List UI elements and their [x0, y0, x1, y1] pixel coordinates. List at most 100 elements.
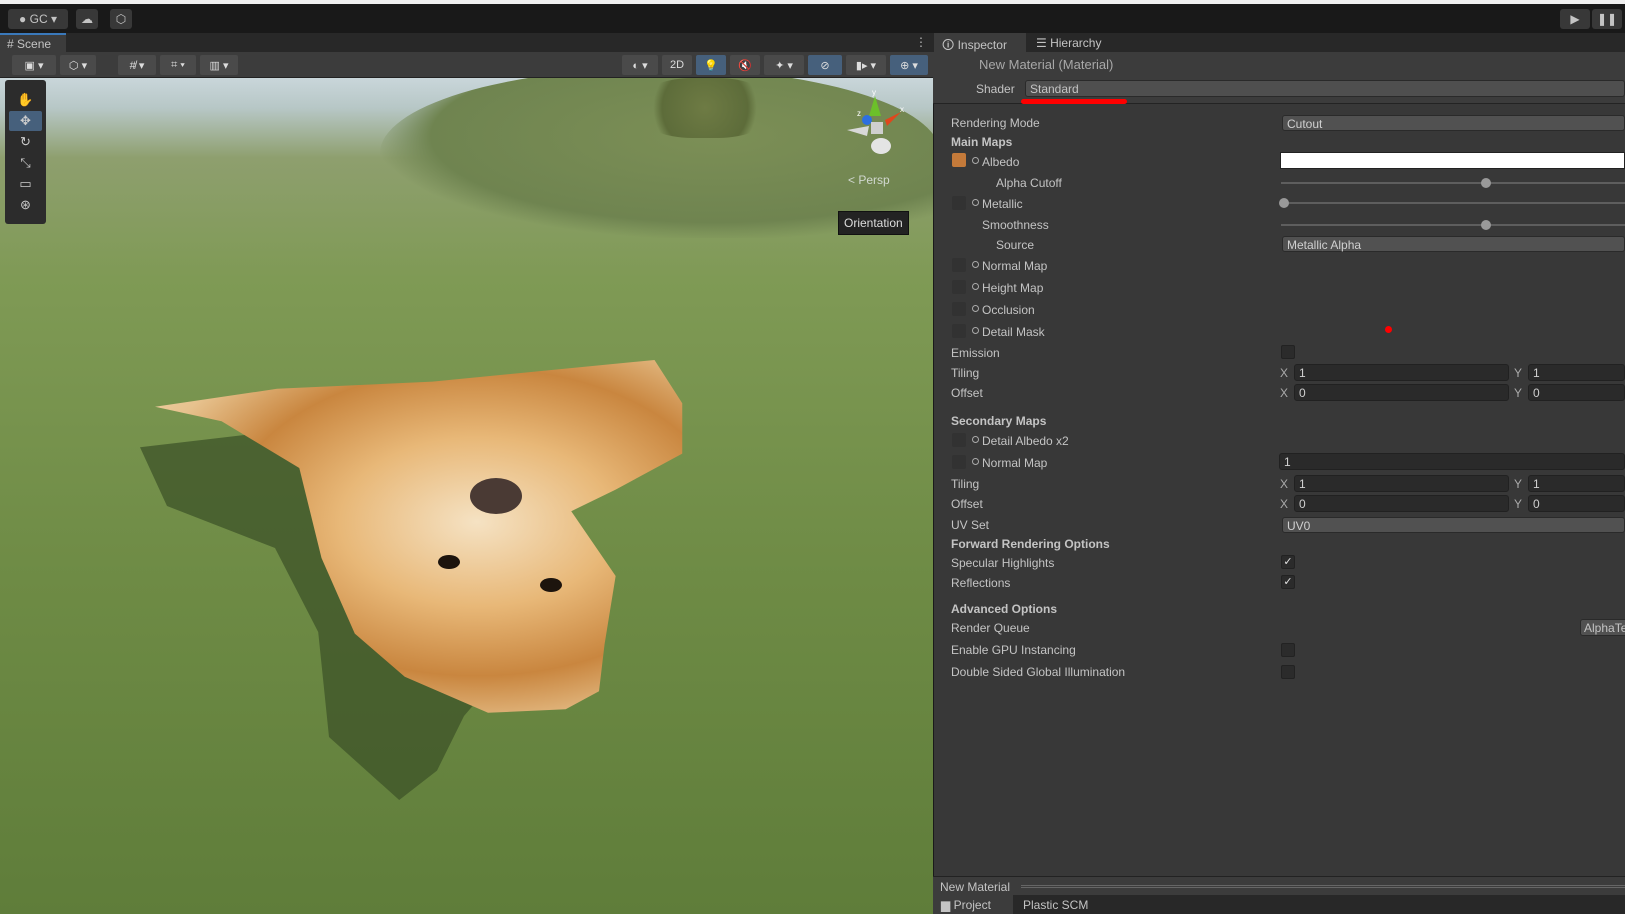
- secondary-offset-x-field[interactable]: 0: [1294, 495, 1509, 512]
- folder-icon: ▆: [941, 898, 954, 912]
- cloud-button[interactable]: ☁: [76, 9, 98, 29]
- tab-hierarchy[interactable]: ☰ Hierarchy: [1028, 33, 1128, 52]
- texture-picker-icon[interactable]: [972, 436, 979, 443]
- slider-knob[interactable]: [1279, 198, 1289, 208]
- secondary-tiling-x-field[interactable]: 1: [1294, 475, 1509, 492]
- emission-checkbox[interactable]: [1281, 345, 1295, 359]
- texture-picker-icon[interactable]: [972, 199, 979, 206]
- preview-title: New Material: [940, 880, 1011, 894]
- collab-button[interactable]: ⬡: [110, 9, 132, 29]
- gizmo-center[interactable]: [871, 122, 883, 134]
- offset-y-field[interactable]: 0: [1528, 384, 1625, 401]
- material-title: New Material (Material): [979, 57, 1114, 72]
- gizmo-y-axis[interactable]: [869, 96, 881, 116]
- transform-icon: ⊛: [20, 197, 31, 212]
- offset-x-field[interactable]: 0: [1294, 384, 1509, 401]
- render-queue-dropdown[interactable]: AlphaTest: [1580, 619, 1625, 636]
- dog-eye: [438, 555, 460, 569]
- y-label: Y: [1514, 497, 1523, 511]
- tiling-y-field[interactable]: 1: [1528, 364, 1625, 381]
- draw-mode-dropdown[interactable]: ▣ ▾: [12, 55, 56, 75]
- gizmo-x-axis[interactable]: [885, 112, 901, 126]
- toggle-2d-button[interactable]: 2D: [662, 55, 692, 75]
- shading-dropdown[interactable]: ⬡ ▾: [60, 55, 96, 75]
- hidden-objects-toggle[interactable]: ⊘: [808, 55, 842, 75]
- height-map-slot[interactable]: [952, 280, 966, 294]
- texture-picker-icon[interactable]: [972, 261, 979, 268]
- advanced-options-heading: Advanced Options: [951, 602, 1058, 616]
- preview-header[interactable]: New Material: [933, 876, 1625, 895]
- effects-dropdown[interactable]: ✦ ▾: [764, 55, 804, 75]
- tab-inspector[interactable]: 🛈 Inspector: [934, 33, 1026, 52]
- secondary-tiling-y-field[interactable]: 1: [1528, 475, 1625, 492]
- reflections-checkbox[interactable]: ✓: [1281, 575, 1295, 589]
- camera-dropdown[interactable]: ▮▸ ▾: [846, 55, 886, 75]
- projection-toggle[interactable]: < Persp: [848, 173, 890, 187]
- emission-label: Emission: [951, 346, 1000, 360]
- secondary-normal-map-slot[interactable]: [952, 455, 966, 469]
- gizmos-dropdown[interactable]: ⊕ ▾: [890, 55, 928, 75]
- lighting-toggle[interactable]: 💡: [696, 55, 726, 75]
- orientation-tooltip: Orientation: [838, 211, 909, 235]
- albedo-texture-slot[interactable]: [952, 153, 966, 167]
- texture-picker-icon[interactable]: [972, 458, 979, 465]
- gizmo-neg-x[interactable]: [847, 126, 869, 136]
- uv-set-dropdown[interactable]: UV0: [1282, 517, 1625, 533]
- alpha-cutoff-slider[interactable]: [1281, 178, 1625, 188]
- albedo-color-field[interactable]: [1280, 152, 1625, 169]
- increment-snap-dropdown[interactable]: ⌗ ▾: [160, 55, 196, 75]
- hand-tool[interactable]: ✋: [9, 90, 42, 110]
- smoothness-slider[interactable]: [1281, 220, 1625, 230]
- tiling-x-field[interactable]: 1: [1294, 364, 1509, 381]
- normal-map-slot[interactable]: [952, 258, 966, 272]
- specular-highlights-checkbox[interactable]: ✓: [1281, 555, 1295, 569]
- rect-tool[interactable]: ▭: [9, 174, 42, 194]
- texture-picker-icon[interactable]: [972, 157, 979, 164]
- orientation-gizmo[interactable]: y x z: [845, 90, 905, 160]
- slider-knob[interactable]: [1481, 178, 1491, 188]
- transform-tool[interactable]: ⊛: [9, 195, 42, 215]
- y-label: Y: [1514, 477, 1523, 491]
- scale-tool[interactable]: ⤡: [9, 153, 42, 173]
- grid-visibility-dropdown[interactable]: ▥ ▾: [200, 55, 238, 75]
- texture-picker-icon[interactable]: [972, 305, 979, 312]
- source-dropdown[interactable]: Metallic Alpha: [1282, 236, 1625, 252]
- texture-picker-icon[interactable]: [972, 283, 979, 290]
- move-tool[interactable]: ✥: [9, 111, 42, 131]
- shader-dropdown[interactable]: Standard: [1025, 80, 1625, 97]
- secondary-offset-y-field[interactable]: 0: [1528, 495, 1625, 512]
- account-dropdown[interactable]: ● GC ▾: [8, 9, 68, 29]
- gizmo-z-axis[interactable]: [862, 115, 872, 125]
- pause-button[interactable]: ❚❚: [1592, 9, 1622, 29]
- rotate-icon: ↻: [20, 134, 31, 149]
- gizmo-neg-z[interactable]: [871, 138, 891, 154]
- occlusion-slot[interactable]: [952, 302, 966, 316]
- render-mode-dropdown[interactable]: ◐ ▾: [622, 55, 658, 75]
- audio-toggle[interactable]: 🔇: [730, 55, 760, 75]
- texture-picker-icon[interactable]: [972, 327, 979, 334]
- detail-mask-slot[interactable]: [952, 324, 966, 338]
- slider-knob[interactable]: [1481, 220, 1491, 230]
- double-sided-gi-checkbox[interactable]: [1281, 665, 1295, 679]
- play-button[interactable]: ▶: [1560, 9, 1590, 29]
- drag-handle[interactable]: [1021, 885, 1625, 888]
- tab-label: Hierarchy: [1050, 36, 1102, 50]
- normal-scale-field[interactable]: 1: [1279, 453, 1625, 470]
- gpu-instancing-checkbox[interactable]: [1281, 643, 1295, 657]
- play-icon: ▶: [1570, 12, 1580, 26]
- more-menu-icon[interactable]: ⋮: [915, 35, 927, 49]
- main-maps-heading: Main Maps: [951, 135, 1013, 149]
- rendering-mode-dropdown[interactable]: Cutout: [1282, 115, 1625, 131]
- gizmo-y-label: y: [872, 90, 876, 97]
- grid-snap-dropdown[interactable]: #̸ ▾: [118, 55, 156, 75]
- detail-mask-label: Detail Mask: [982, 325, 1045, 339]
- list-icon: ☰: [1036, 36, 1051, 50]
- tab-scene[interactable]: # Scene: [0, 33, 66, 52]
- metallic-texture-slot[interactable]: [952, 196, 966, 210]
- detail-albedo-slot[interactable]: [952, 433, 966, 447]
- metallic-slider[interactable]: [1279, 198, 1625, 208]
- rotate-tool[interactable]: ↻: [9, 132, 42, 152]
- tab-plastic-scm[interactable]: Plastic SCM: [1023, 898, 1088, 912]
- tab-project[interactable]: ▆ Project: [933, 895, 1013, 914]
- tab-label: Project: [953, 898, 991, 912]
